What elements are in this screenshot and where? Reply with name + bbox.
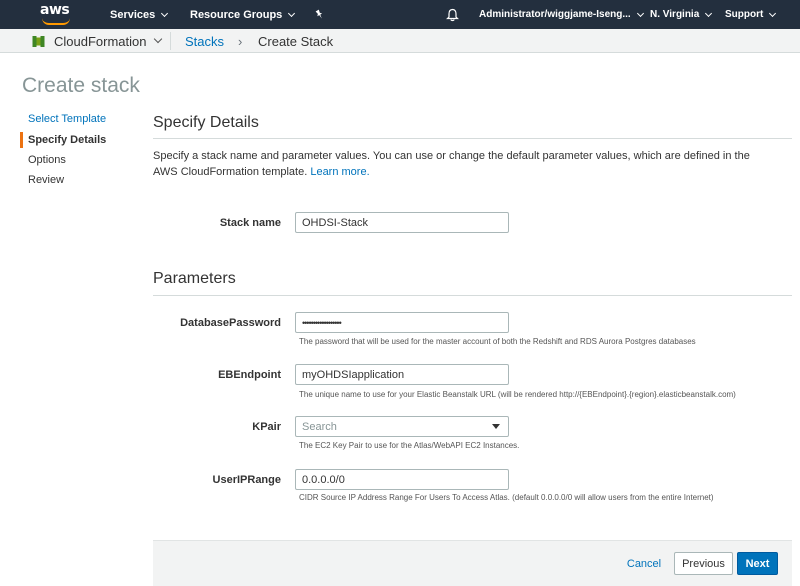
- kpair-placeholder: Search: [302, 420, 337, 433]
- step-specify-details: Specify Details: [28, 134, 107, 146]
- support-menu[interactable]: Support: [725, 0, 777, 29]
- eb-endpoint-label: EBEndpoint: [218, 369, 281, 381]
- top-navigation: aws Services Resource Groups Administrat…: [0, 0, 800, 29]
- resource-groups-label: Resource Groups: [190, 8, 283, 21]
- resource-groups-menu[interactable]: Resource Groups: [190, 0, 296, 29]
- kpair-help: The EC2 Key Pair to use for the Atlas/We…: [299, 441, 520, 450]
- region-label: N. Virginia: [650, 9, 700, 20]
- learn-more-link[interactable]: Learn more.: [310, 166, 369, 178]
- kpair-label: KPair: [252, 421, 281, 433]
- divider: [153, 295, 792, 296]
- step-review: Review: [28, 174, 65, 186]
- bell-icon: [446, 8, 459, 21]
- service-menu[interactable]: CloudFormation: [32, 29, 162, 53]
- eb-endpoint-input[interactable]: myOHDSIapplication: [295, 364, 509, 385]
- chevron-down-icon: [769, 9, 777, 17]
- user-ip-range-help: CIDR Source IP Address Range For Users T…: [299, 493, 714, 502]
- chevron-down-icon: [288, 9, 296, 17]
- page-title: Create stack: [22, 74, 140, 97]
- description-text: Specify a stack name and parameter value…: [153, 150, 750, 178]
- details-description: Specify a stack name and parameter value…: [153, 148, 773, 180]
- breadcrumb-stacks[interactable]: Stacks: [185, 29, 224, 53]
- database-password-help: The password that will be used for the m…: [299, 337, 696, 346]
- region-menu[interactable]: N. Virginia: [650, 0, 713, 29]
- chevron-down-icon: [153, 34, 162, 44]
- divider: [170, 32, 171, 50]
- section-title-details: Specify Details: [153, 114, 259, 131]
- services-label: Services: [110, 8, 156, 21]
- section-title-parameters: Parameters: [153, 270, 236, 287]
- service-bar: CloudFormation Stacks › Create Stack: [0, 29, 800, 53]
- service-label: CloudFormation: [54, 33, 147, 49]
- chevron-down-icon: [636, 9, 644, 17]
- database-password-input[interactable]: ••••••••••••••••••: [295, 312, 509, 333]
- breadcrumb-separator-icon: ›: [238, 33, 243, 49]
- user-ip-range-label: UserIPRange: [212, 474, 281, 486]
- active-step-indicator: [20, 132, 23, 148]
- step-select-template[interactable]: Select Template: [28, 113, 106, 125]
- database-password-label: DatabasePassword: [180, 317, 281, 329]
- stack-name-input[interactable]: OHDSI-Stack: [295, 212, 509, 233]
- kpair-select[interactable]: Search: [295, 416, 509, 437]
- services-menu[interactable]: Services: [110, 0, 169, 29]
- cancel-button[interactable]: Cancel: [620, 552, 668, 575]
- pin-button[interactable]: [314, 0, 325, 29]
- account-menu[interactable]: Administrator/wiggjame-Iseng...: [479, 0, 644, 29]
- previous-button[interactable]: Previous: [674, 552, 733, 575]
- aws-logo-text: aws: [40, 2, 70, 18]
- aws-smile-icon: [42, 18, 70, 25]
- chevron-down-icon: [705, 9, 713, 17]
- aws-logo[interactable]: aws: [40, 3, 76, 27]
- next-button[interactable]: Next: [737, 552, 778, 575]
- cloudformation-icon: [32, 35, 45, 47]
- stack-name-label: Stack name: [219, 217, 281, 229]
- chevron-down-icon: [161, 9, 169, 17]
- support-label: Support: [725, 9, 764, 20]
- user-ip-range-input[interactable]: 0.0.0.0/0: [295, 469, 509, 490]
- step-options: Options: [28, 154, 66, 166]
- account-label: Administrator/wiggjame-Iseng...: [479, 9, 631, 20]
- notifications-button[interactable]: [446, 0, 459, 29]
- divider: [153, 138, 792, 139]
- pin-icon: [315, 9, 323, 19]
- eb-endpoint-help: The unique name to use for your Elastic …: [299, 390, 736, 399]
- dropdown-arrow-icon: [492, 424, 500, 429]
- breadcrumb-current: Create Stack: [258, 33, 334, 49]
